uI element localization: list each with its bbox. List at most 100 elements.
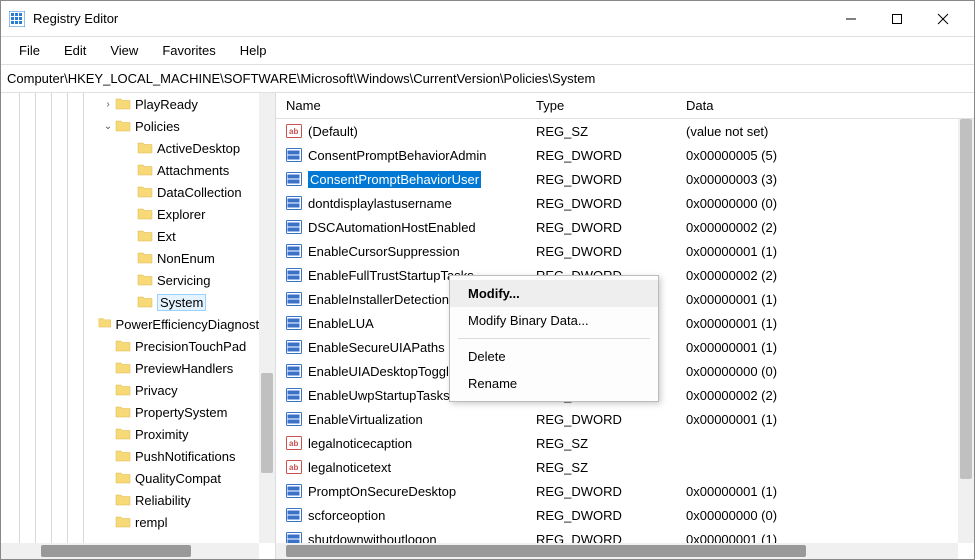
folder-icon xyxy=(115,404,131,420)
value-name: scforceoption xyxy=(308,508,385,523)
value-row[interactable]: shutdownwithoutlogonREG_DWORD0x00000001 … xyxy=(276,527,958,543)
tree-item-proximity[interactable]: Proximity xyxy=(1,423,275,445)
tree-pane[interactable]: › PlayReady ⌄PoliciesActiveDesktopAttachme… xyxy=(1,93,276,559)
context-menu[interactable]: Modify...Modify Binary Data... DeleteRena… xyxy=(449,275,659,402)
tree-vertical-scrollbar[interactable] xyxy=(259,93,275,543)
svg-text:ab: ab xyxy=(289,439,298,448)
value-name: shutdownwithoutlogon xyxy=(308,532,437,544)
value-row[interactable]: PromptOnSecureDesktopREG_DWORD0x00000001… xyxy=(276,479,958,503)
svg-text:ab: ab xyxy=(289,127,298,136)
tree-item-propertysystem[interactable]: PropertySystem xyxy=(1,401,275,423)
titlebar[interactable]: Registry Editor xyxy=(1,1,974,37)
folder-icon xyxy=(115,448,131,464)
close-button[interactable] xyxy=(920,1,966,37)
menu-edit[interactable]: Edit xyxy=(52,39,98,62)
scrollbar-thumb[interactable] xyxy=(960,119,972,479)
value-name: DSCAutomationHostEnabled xyxy=(308,220,476,235)
folder-icon xyxy=(137,228,153,244)
folder-icon xyxy=(137,140,153,156)
tree-item-reliability[interactable]: Reliability xyxy=(1,489,275,511)
value-row[interactable]: EnableVirtualizationREG_DWORD0x00000001 … xyxy=(276,407,958,431)
value-name: EnableCursorSuppression xyxy=(308,244,460,259)
menu-view[interactable]: View xyxy=(98,39,150,62)
tree-item-label: PushNotifications xyxy=(135,449,235,464)
value-data: 0x00000002 (2) xyxy=(676,268,958,283)
value-data: 0x00000002 (2) xyxy=(676,220,958,235)
tree-item-privacy[interactable]: Privacy xyxy=(1,379,275,401)
dword-value-icon xyxy=(286,531,302,543)
value-row[interactable]: dontdisplaylastusernameREG_DWORD0x000000… xyxy=(276,191,958,215)
column-header-name[interactable]: Name xyxy=(276,98,526,113)
list-vertical-scrollbar[interactable] xyxy=(958,119,974,543)
tree-item-pushnotifications[interactable]: PushNotifications xyxy=(1,445,275,467)
column-header-data[interactable]: Data xyxy=(676,98,974,113)
scrollbar-thumb[interactable] xyxy=(261,373,273,473)
value-name: EnableUwpStartupTasks xyxy=(308,388,450,403)
list-header[interactable]: Name Type Data xyxy=(276,93,974,119)
folder-icon xyxy=(115,338,131,354)
tree-item-policies[interactable]: ⌄Policies xyxy=(1,115,275,137)
tree-item-label: QualityCompat xyxy=(135,471,221,486)
address-path: Computer\HKEY_LOCAL_MACHINE\SOFTWARE\Mic… xyxy=(7,71,595,86)
tree-item-explorer[interactable]: Explorer xyxy=(1,203,275,225)
window-title: Registry Editor xyxy=(33,11,828,26)
value-type: REG_DWORD xyxy=(526,484,676,499)
column-header-type[interactable]: Type xyxy=(526,98,676,113)
tree-item-ext[interactable]: Ext xyxy=(1,225,275,247)
address-bar[interactable]: Computer\HKEY_LOCAL_MACHINE\SOFTWARE\Mic… xyxy=(1,65,974,93)
dword-value-icon xyxy=(286,267,302,283)
value-row[interactable]: ab(Default)REG_SZ(value not set) xyxy=(276,119,958,143)
tree-item-activedesktop[interactable]: ActiveDesktop xyxy=(1,137,275,159)
value-row[interactable]: scforceoptionREG_DWORD0x00000000 (0) xyxy=(276,503,958,527)
value-data: (value not set) xyxy=(676,124,958,139)
context-menu-modify-binary-data[interactable]: Modify Binary Data... xyxy=(450,307,658,334)
value-row[interactable]: ConsentPromptBehaviorAdminREG_DWORD0x000… xyxy=(276,143,958,167)
chevron-right-icon[interactable]: › xyxy=(101,99,115,110)
chevron-down-icon[interactable]: ⌄ xyxy=(101,121,115,132)
tree-item-rempl[interactable]: rempl xyxy=(1,511,275,533)
value-name: EnableUIADesktopToggle xyxy=(308,364,456,379)
context-menu-modify[interactable]: Modify... xyxy=(450,280,658,307)
tree-item-label: PlayReady xyxy=(135,97,198,112)
menu-separator xyxy=(458,338,650,339)
tree-item-label: DataCollection xyxy=(157,185,242,200)
value-data: 0x00000001 (1) xyxy=(676,316,958,331)
menu-help[interactable]: Help xyxy=(228,39,279,62)
tree-item-precisiontouchpad[interactable]: PrecisionTouchPad xyxy=(1,335,275,357)
tree-item-datacollection[interactable]: DataCollection xyxy=(1,181,275,203)
value-row[interactable]: ConsentPromptBehaviorUserREG_DWORD0x0000… xyxy=(276,167,958,191)
value-data: 0x00000001 (1) xyxy=(676,484,958,499)
value-name: EnableInstallerDetection xyxy=(308,292,449,307)
scrollbar-thumb[interactable] xyxy=(41,545,191,557)
value-type: REG_DWORD xyxy=(526,220,676,235)
value-data: 0x00000005 (5) xyxy=(676,148,958,163)
tree-item-servicing[interactable]: Servicing xyxy=(1,269,275,291)
value-name: ConsentPromptBehaviorUser xyxy=(308,171,481,188)
scrollbar-thumb[interactable] xyxy=(286,545,806,557)
tree-item-label: PreviewHandlers xyxy=(135,361,233,376)
list-horizontal-scrollbar[interactable] xyxy=(276,543,958,559)
tree-horizontal-scrollbar[interactable] xyxy=(1,543,259,559)
tree-item-label: PrecisionTouchPad xyxy=(135,339,246,354)
tree-item-attachments[interactable]: Attachments xyxy=(1,159,275,181)
dword-value-icon xyxy=(286,363,302,379)
tree-item-nonenum[interactable]: NonEnum xyxy=(1,247,275,269)
menu-file[interactable]: File xyxy=(7,39,52,62)
value-data: 0x00000002 (2) xyxy=(676,388,958,403)
value-row[interactable]: EnableCursorSuppressionREG_DWORD0x000000… xyxy=(276,239,958,263)
folder-icon xyxy=(115,426,131,442)
value-row[interactable]: DSCAutomationHostEnabled REG_DWORD0x00000… xyxy=(276,215,958,239)
value-row[interactable]: ablegalnoticecaptionREG_SZ xyxy=(276,431,958,455)
tree-item-qualitycompat[interactable]: QualityCompat xyxy=(1,467,275,489)
context-menu-rename[interactable]: Rename xyxy=(450,370,658,397)
minimize-button[interactable] xyxy=(828,1,874,37)
tree-item-powerefficiencydiagnostics[interactable]: PowerEfficiencyDiagnostics xyxy=(1,313,275,335)
value-row[interactable]: ablegalnoticetextREG_SZ xyxy=(276,455,958,479)
tree-item-label: Servicing xyxy=(157,273,210,288)
tree-item-previewhandlers[interactable]: PreviewHandlers xyxy=(1,357,275,379)
maximize-button[interactable] xyxy=(874,1,920,37)
context-menu-delete[interactable]: Delete xyxy=(450,343,658,370)
tree-item-playready[interactable]: › PlayReady xyxy=(1,93,275,115)
menu-favorites[interactable]: Favorites xyxy=(150,39,227,62)
tree-item-system[interactable]: System xyxy=(1,291,275,313)
